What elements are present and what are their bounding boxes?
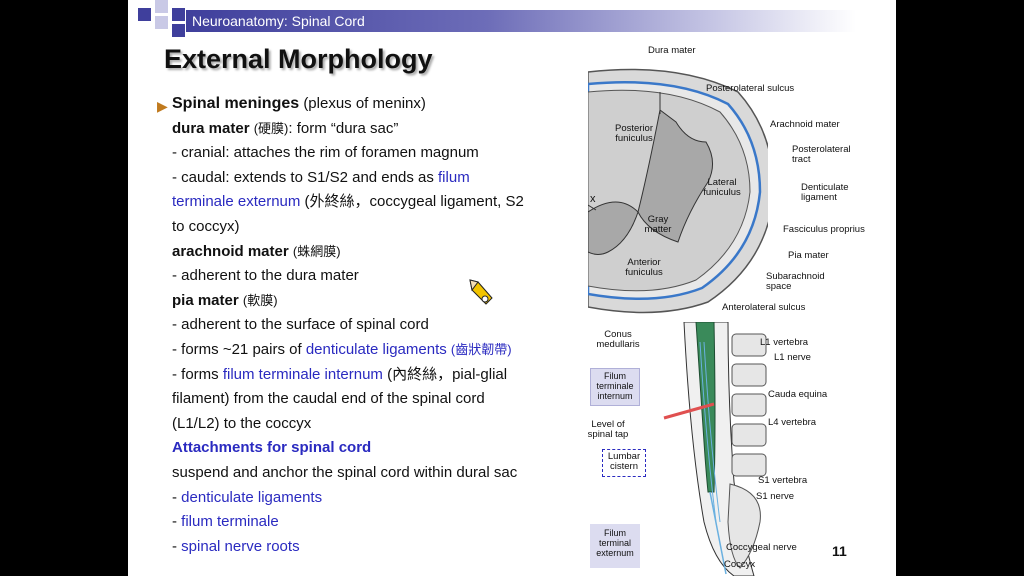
s1-vertebra-label: S1 vertebra <box>758 475 808 486</box>
level-of-spinal-tap-label: Level of spinal tap <box>587 419 629 440</box>
attachments-heading: Attachments for spinal cord <box>172 439 372 457</box>
filum-terminale-externum-box: Filum terminal externum <box>590 524 640 568</box>
decorative-square <box>172 24 185 37</box>
lumbar-sagittal-diagram <box>663 322 767 576</box>
pia-desc3-text4: (L1/L2) to the coccyx <box>172 414 312 432</box>
decorative-square <box>138 8 151 21</box>
attachment-item: spinal nerve roots <box>181 537 300 555</box>
pia-desc1: - adherent to the surface of spinal cord <box>172 316 429 334</box>
fasciculus-proprius-label: Fasciculus proprius <box>783 224 865 235</box>
conus-medullaris-label: Conus medullaris <box>596 329 640 350</box>
arachnoid-desc: - adherent to the dura mater <box>172 267 359 285</box>
attachment-item: filum terminale <box>181 513 279 531</box>
dura-cranial: - cranial: attaches the rim of foramen m… <box>172 144 479 162</box>
dura-chinese: (硬膜) <box>253 120 289 136</box>
filum-terminale-internum-box: Filum terminale internum <box>590 368 640 406</box>
s1-nerve-label: S1 nerve <box>756 491 795 502</box>
attachment-item: denticulate ligaments <box>181 488 323 506</box>
l1-nerve-label: L1 nerve <box>774 352 811 363</box>
pia-desc2-chinese: (齒狀韌帶) <box>450 341 512 357</box>
arachnoid-term: arachnoid mater <box>172 242 289 260</box>
coccyx-label: Coccyx <box>724 559 756 570</box>
arrow-bullet-icon: ▶ <box>157 98 168 114</box>
lumbar-cistern-label: Lumbar cistern <box>602 449 646 477</box>
meninges-note: (plexus of meninx) <box>303 95 426 112</box>
cauda-equina-label: Cauda equina <box>768 389 828 400</box>
pia-term: pia mater <box>172 291 239 309</box>
dura-caudal-link: filum <box>438 168 470 186</box>
coccygeal-nerve-label: Coccygeal nerve <box>726 542 797 553</box>
subarachnoid-space-label: Subarachnoid space <box>766 271 825 292</box>
meninges-heading: Spinal meninges <box>172 95 300 112</box>
pia-chinese: (軟膜) <box>242 292 278 308</box>
l4-vertebra-label: L4 vertebra <box>768 417 817 428</box>
arachnoid-mater-label: Arachnoid mater <box>770 119 840 130</box>
denticulate-ligament-label: Denticulate ligament <box>801 182 849 203</box>
decorative-square <box>155 0 168 13</box>
anterolateral-sulcus-label: Anterolateral sulcus <box>722 302 806 313</box>
body-text: ▶ Spinal meninges (plexus of meninx) dur… <box>157 92 572 559</box>
pencil-cursor-icon <box>469 279 493 305</box>
gray-matter-label: Gray matter <box>644 214 672 235</box>
lateral-funiculus-label: Lateral funiculus <box>703 177 741 198</box>
pia-desc3-text: - forms <box>172 365 223 383</box>
pia-desc3-text2: (內終絲，pial-glial <box>382 365 508 383</box>
dura-term: dura mater <box>172 119 250 137</box>
posterior-funiculus-label: Posterior funiculus <box>614 123 653 144</box>
header-title: Neuroanatomy: Spinal Cord <box>192 13 365 29</box>
dura-caudal-link2: terminale externum <box>172 193 301 211</box>
pia-desc3-text3: filament) from the caudal end of the spi… <box>172 390 485 408</box>
pia-desc2-link: denticulate ligaments <box>305 340 447 358</box>
decorative-square <box>155 16 168 29</box>
posterolateral-tract-label: Posterolateral tract <box>792 144 851 165</box>
pia-desc3-link: filum terminale internum <box>222 365 383 383</box>
page-number: 11 <box>832 543 847 559</box>
dura-caudal-text3: to coccyx) <box>172 217 240 235</box>
slide-title: External Morphology <box>164 44 433 74</box>
dura-mater-label: Dura mater <box>648 45 696 56</box>
anterior-funiculus-label: Anterior funiculus <box>625 257 663 278</box>
dura-caudal-text2: (外終絲，coccygeal ligament, S2 <box>300 193 524 211</box>
arachnoid-chinese: (蛛網膜) <box>292 243 341 259</box>
attachments-desc: suspend and anchor the spinal cord withi… <box>172 463 518 481</box>
slide: Neuroanatomy: Spinal Cord External Morph… <box>128 0 896 576</box>
dura-caudal-text: - caudal: extends to S1/S2 and ends as <box>172 168 439 186</box>
decorative-square <box>172 8 185 21</box>
pia-mater-label: Pia mater <box>788 250 829 261</box>
x-mark-label: x <box>590 193 596 205</box>
dura-desc: : form “dura sac” <box>288 119 399 137</box>
pia-desc2-text: - forms ~21 pairs of <box>172 340 306 358</box>
posterolateral-sulcus-label: Posterolateral sulcus <box>706 83 795 94</box>
l1-vertebra-label: L1 vertebra <box>760 337 809 348</box>
